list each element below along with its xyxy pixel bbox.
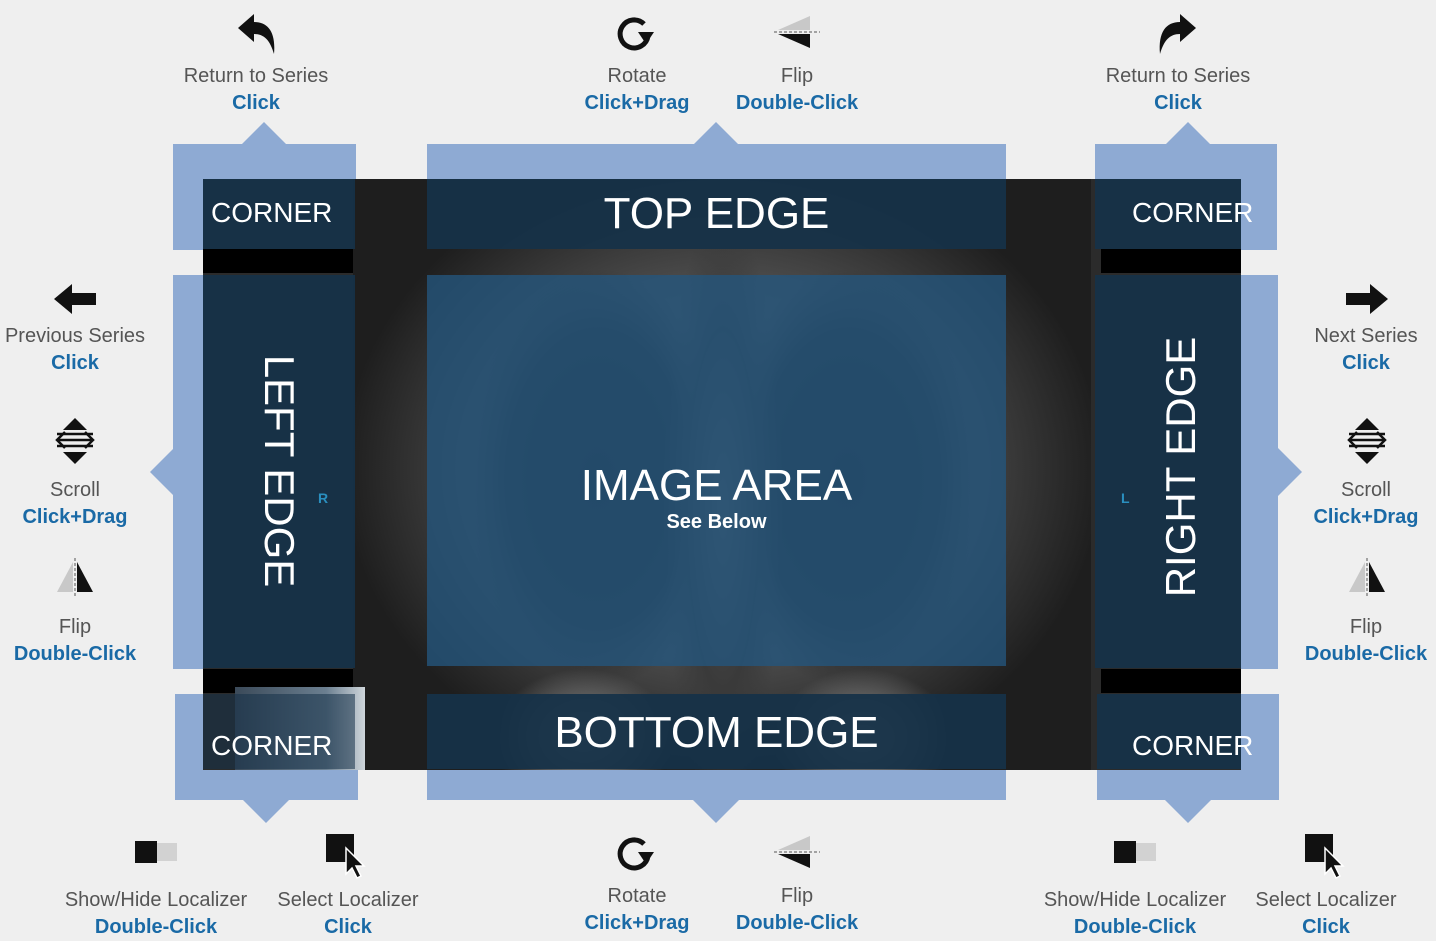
localizer-toggle-icon — [1114, 841, 1156, 863]
image-area-label: IMAGE AREA — [580, 461, 853, 510]
bottom-left-select-label: Select Localizer Click — [277, 889, 419, 938]
bottom-right-select-label: Select Localizer Click — [1255, 889, 1397, 938]
bottom-left-showhide-label: Show/Hide Localizer Double-Click — [64, 889, 248, 938]
flip-vertical-icon — [774, 836, 820, 868]
flip-horizontal-icon — [1349, 558, 1385, 596]
top-edge-zone[interactable]: TOP EDGE — [427, 179, 1006, 249]
left-edge-label: LEFT EDGE — [256, 354, 303, 588]
bottom-rotate-label: Rotate Click+Drag — [584, 885, 690, 934]
flip-vertical-icon — [774, 16, 820, 48]
return-left-icon — [238, 14, 275, 54]
rotate-icon — [617, 17, 654, 51]
image-area-zone[interactable]: IMAGE AREA See Below — [427, 275, 1006, 666]
image-area-sublabel: See Below — [666, 511, 767, 533]
viewer-top-bar — [203, 249, 353, 273]
top-flip-label: Flip Double-Click — [735, 65, 859, 114]
scroll-icon — [55, 418, 95, 464]
rotate-icon — [617, 837, 654, 871]
bottom-edge-pointer — [692, 799, 740, 823]
corner-label: CORNER — [1132, 197, 1254, 228]
viewer-bottom-bar-right — [1101, 669, 1241, 693]
bottom-right-showhide-label: Show/Hide Localizer Double-Click — [1043, 889, 1227, 938]
right-edge-zone[interactable]: RIGHT EDGE — [1095, 275, 1241, 668]
right-scroll-label: Scroll Click+Drag — [1313, 479, 1419, 528]
corner-zone-bottom-left[interactable]: CORNER — [203, 694, 355, 769]
right-next-label: Next Series Click — [1314, 325, 1418, 374]
corner-label: CORNER — [211, 730, 333, 761]
bottom-right-pointer — [1164, 799, 1212, 823]
right-edge-label: RIGHT EDGE — [1157, 336, 1204, 598]
top-right-pointer — [1164, 122, 1212, 146]
bottom-edge-zone[interactable]: BOTTOM EDGE — [427, 694, 1006, 769]
corner-zone-bottom-right[interactable]: CORNER — [1097, 694, 1253, 769]
arrow-left-icon — [54, 284, 96, 314]
top-right-label: Return to Series Click — [1105, 65, 1251, 114]
left-edge-pointer — [150, 448, 174, 496]
top-edge-pointer — [692, 122, 740, 146]
localizer-toggle-icon — [135, 841, 177, 863]
viewer-top-bar-right — [1101, 249, 1241, 273]
top-left-pointer — [240, 122, 288, 146]
arrow-right-icon — [1346, 284, 1388, 314]
top-edge-label: TOP EDGE — [603, 189, 830, 238]
select-cursor-icon — [1305, 834, 1345, 880]
left-flip-label: Flip Double-Click — [13, 616, 137, 665]
corner-zone-top-left[interactable]: CORNER — [203, 179, 355, 249]
bottom-flip-label: Flip Double-Click — [735, 885, 859, 934]
return-right-icon — [1159, 14, 1196, 54]
bottom-edge-label: BOTTOM EDGE — [554, 708, 879, 757]
scroll-icon — [1347, 418, 1387, 464]
bottom-left-pointer — [242, 799, 290, 823]
corner-label: CORNER — [211, 197, 333, 228]
orientation-marker-right: L — [1121, 490, 1130, 506]
top-rotate-label: Rotate Click+Drag — [584, 65, 690, 114]
left-edge-zone[interactable]: LEFT EDGE — [203, 275, 355, 668]
left-scroll-label: Scroll Click+Drag — [22, 479, 128, 528]
flip-horizontal-icon — [57, 558, 93, 596]
select-cursor-icon — [326, 834, 366, 880]
orientation-marker-left: R — [318, 490, 329, 506]
corner-label: CORNER — [1132, 730, 1254, 761]
corner-zone-top-right[interactable]: CORNER — [1095, 179, 1253, 249]
top-left-label: Return to Series Click — [183, 65, 329, 114]
right-flip-label: Flip Double-Click — [1304, 616, 1428, 665]
left-prev-label: Previous Series Click — [4, 325, 146, 374]
